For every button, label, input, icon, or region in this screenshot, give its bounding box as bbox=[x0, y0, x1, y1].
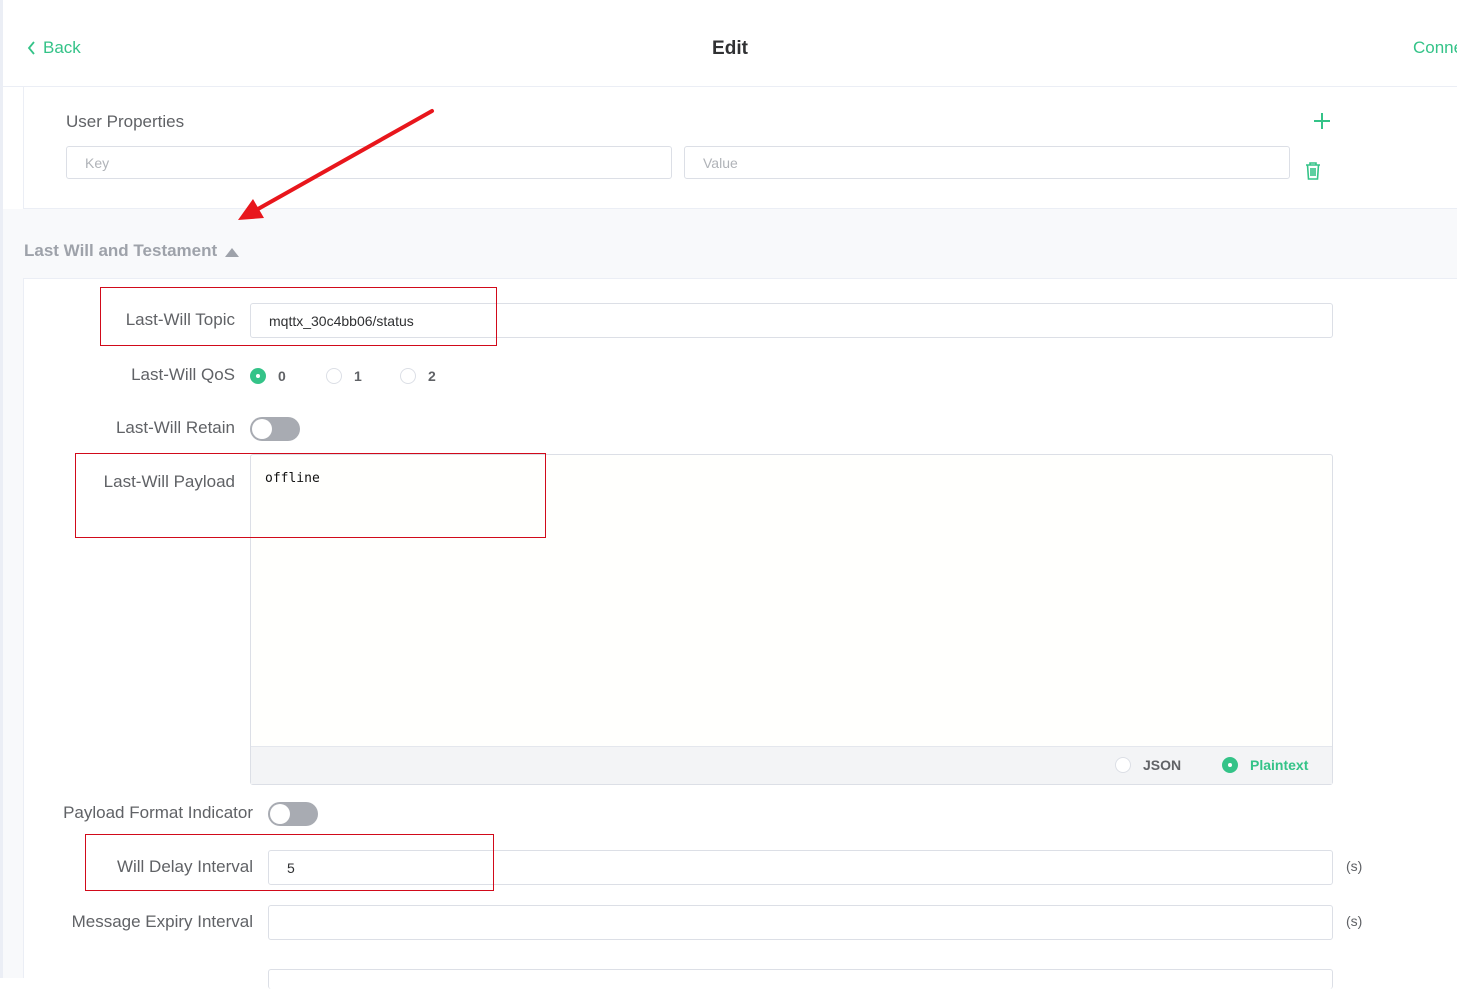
property-key-input[interactable]: Key bbox=[66, 146, 672, 179]
payload-format-indicator-label: Payload Format Indicator bbox=[63, 803, 253, 822]
connect-button[interactable]: Conne bbox=[1413, 38, 1457, 58]
page-title: Edit bbox=[712, 38, 748, 59]
delete-property-icon[interactable] bbox=[1304, 161, 1322, 181]
highlight-box-delay bbox=[85, 834, 494, 891]
radio-dot bbox=[1115, 757, 1131, 773]
highlight-box-payload bbox=[75, 453, 546, 538]
radio-dot bbox=[326, 368, 342, 384]
radio-dot bbox=[1222, 757, 1238, 773]
top-bar: Back Edit Conne bbox=[3, 0, 1457, 87]
next-field-input[interactable] bbox=[268, 969, 1333, 989]
caret-up-icon bbox=[225, 247, 240, 257]
lwt-section-toggle[interactable]: Last Will and Testament bbox=[24, 241, 240, 261]
format-radio-plaintext[interactable]: Plaintext bbox=[1222, 757, 1308, 773]
highlight-box-topic bbox=[100, 287, 497, 346]
format-option-label: JSON bbox=[1143, 757, 1182, 773]
qos-option-label: 2 bbox=[428, 368, 436, 384]
format-radio-json[interactable]: JSON bbox=[1115, 757, 1181, 773]
qos-option-label: 1 bbox=[354, 368, 362, 384]
last-will-retain-switch[interactable] bbox=[250, 417, 300, 441]
format-option-label: Plaintext bbox=[1250, 757, 1309, 773]
qos-radio-0[interactable]: 0 bbox=[250, 368, 286, 384]
add-property-icon[interactable] bbox=[1310, 109, 1334, 133]
message-expiry-interval-input[interactable] bbox=[268, 905, 1333, 940]
switch-knob bbox=[270, 804, 290, 824]
message-expiry-unit: (s) bbox=[1346, 913, 1363, 929]
user-properties-panel: User Properties Key Value bbox=[23, 87, 1457, 209]
qos-option-label: 0 bbox=[278, 368, 286, 384]
switch-knob bbox=[252, 419, 272, 439]
will-delay-unit: (s) bbox=[1346, 858, 1363, 874]
last-will-retain-label: Last-Will Retain bbox=[115, 418, 235, 437]
lwt-section-title: Last Will and Testament bbox=[24, 241, 218, 260]
property-value-input[interactable]: Value bbox=[684, 146, 1290, 179]
qos-radio-2[interactable]: 2 bbox=[400, 368, 436, 384]
radio-dot bbox=[250, 368, 266, 384]
radio-dot bbox=[400, 368, 416, 384]
user-properties-label: User Properties bbox=[66, 112, 185, 131]
last-will-qos-label: Last-Will QoS bbox=[131, 365, 235, 384]
message-expiry-interval-label: Message Expiry Interval bbox=[71, 912, 253, 931]
qos-radio-1[interactable]: 1 bbox=[326, 368, 362, 384]
payload-format-indicator-switch[interactable] bbox=[268, 802, 318, 826]
payload-format-bar: JSON Plaintext bbox=[251, 746, 1332, 784]
